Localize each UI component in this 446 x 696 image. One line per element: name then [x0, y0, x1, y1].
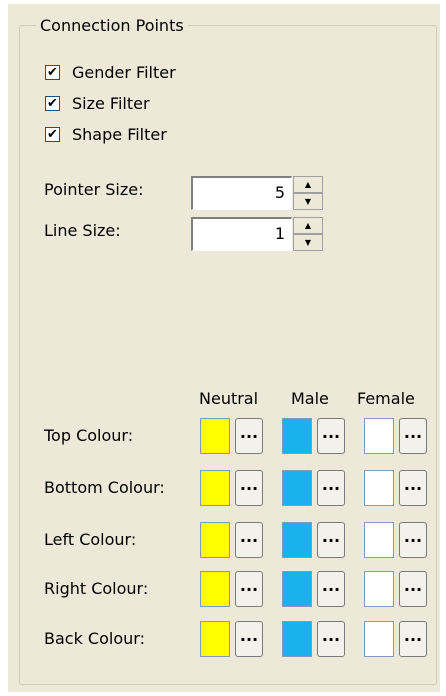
female-colour-picker-button[interactable]: ... — [399, 522, 427, 558]
gender-filter-checkbox[interactable]: Gender Filter — [45, 59, 176, 85]
male-colour-picker-button[interactable]: ... — [317, 571, 345, 607]
checkbox-check-icon[interactable] — [45, 95, 60, 111]
male-colour-picker-button[interactable]: ... — [317, 621, 345, 657]
size-filter-label: Size Filter — [72, 93, 150, 113]
female-colour-swatch[interactable] — [364, 418, 394, 454]
male-colour-swatch[interactable] — [282, 571, 312, 607]
shape-filter-checkbox[interactable]: Shape Filter — [45, 121, 167, 147]
neutral-colour-swatch[interactable] — [200, 470, 230, 506]
gender-filter-label: Gender Filter — [72, 62, 176, 82]
female-colour-picker-button[interactable]: ... — [399, 621, 427, 657]
spin-down-icon[interactable]: ▼ — [293, 234, 323, 251]
settings-panel: Connection Points Gender Filter Size Fil… — [8, 4, 440, 692]
line-size-spinner: 1 ▲ ▼ — [191, 217, 323, 251]
checkbox-check-icon[interactable] — [45, 64, 60, 80]
pointer-size-label: Pointer Size: — [44, 180, 144, 199]
line-size-input[interactable]: 1 — [191, 217, 292, 251]
female-colour-picker-button[interactable]: ... — [399, 571, 427, 607]
column-female: Female — [357, 389, 415, 408]
row-label: Left Colour: — [44, 530, 137, 549]
spin-down-icon[interactable]: ▼ — [293, 193, 323, 210]
female-colour-picker-button[interactable]: ... — [399, 418, 427, 454]
neutral-colour-swatch[interactable] — [200, 571, 230, 607]
female-colour-swatch[interactable] — [364, 522, 394, 558]
neutral-colour-picker-button[interactable]: ... — [235, 470, 263, 506]
neutral-colour-picker-button[interactable]: ... — [235, 571, 263, 607]
neutral-colour-swatch[interactable] — [200, 418, 230, 454]
checkbox-check-icon[interactable] — [45, 126, 60, 142]
neutral-colour-swatch[interactable] — [200, 621, 230, 657]
male-colour-swatch[interactable] — [282, 522, 312, 558]
female-colour-swatch[interactable] — [364, 470, 394, 506]
neutral-colour-picker-button[interactable]: ... — [235, 522, 263, 558]
group-title: Connection Points — [36, 16, 188, 36]
row-label: Bottom Colour: — [44, 478, 165, 497]
row-label: Right Colour: — [44, 579, 149, 598]
shape-filter-label: Shape Filter — [72, 124, 167, 144]
pointer-size-input[interactable]: 5 — [191, 176, 292, 210]
female-colour-swatch[interactable] — [364, 571, 394, 607]
male-colour-swatch[interactable] — [282, 418, 312, 454]
female-colour-picker-button[interactable]: ... — [399, 470, 427, 506]
size-filter-checkbox[interactable]: Size Filter — [45, 90, 150, 116]
row-label: Top Colour: — [44, 426, 134, 445]
neutral-colour-picker-button[interactable]: ... — [235, 621, 263, 657]
male-colour-picker-button[interactable]: ... — [317, 470, 345, 506]
male-colour-swatch[interactable] — [282, 470, 312, 506]
female-colour-swatch[interactable] — [364, 621, 394, 657]
male-colour-swatch[interactable] — [282, 621, 312, 657]
column-neutral: Neutral — [199, 389, 259, 408]
neutral-colour-picker-button[interactable]: ... — [235, 418, 263, 454]
spin-up-icon[interactable]: ▲ — [293, 217, 323, 234]
male-colour-picker-button[interactable]: ... — [317, 522, 345, 558]
spin-up-icon[interactable]: ▲ — [293, 176, 323, 193]
row-label: Back Colour: — [44, 629, 145, 648]
neutral-colour-swatch[interactable] — [200, 522, 230, 558]
pointer-size-spinner: 5 ▲ ▼ — [191, 176, 323, 210]
line-size-label: Line Size: — [44, 221, 121, 240]
male-colour-picker-button[interactable]: ... — [317, 418, 345, 454]
column-male: Male — [291, 389, 329, 408]
